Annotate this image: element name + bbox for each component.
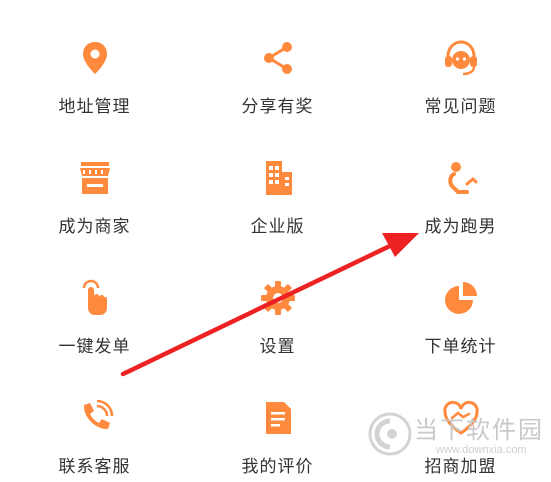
store-icon	[75, 158, 115, 198]
watermark-text: 当下软件园	[414, 416, 544, 444]
menu-item-label: 地址管理	[58, 97, 131, 117]
menu-item-settings[interactable]: 设置	[186, 240, 369, 360]
menu-item-my-reviews[interactable]: 我的评价	[186, 360, 369, 480]
menu-item-label: 联系客服	[58, 457, 131, 477]
menu-item-faq[interactable]: 常见问题	[369, 0, 551, 120]
menu-item-label: 一键发单	[58, 337, 131, 357]
phone-icon	[75, 398, 115, 438]
menu-item-become-merchant[interactable]: 成为商家	[3, 120, 186, 240]
menu-item-label: 分享有奖	[241, 97, 314, 117]
menu-item-label: 常见问题	[424, 97, 497, 117]
menu-item-label: 下单统计	[424, 337, 497, 357]
pie-chart-icon	[441, 278, 481, 318]
menu-item-one-click-order[interactable]: 一键发单	[3, 240, 186, 360]
tap-icon	[75, 278, 115, 318]
watermark-icon	[368, 412, 412, 456]
menu-item-address[interactable]: 地址管理	[3, 0, 186, 120]
menu-item-order-stats[interactable]: 下单统计	[369, 240, 551, 360]
watermark-logo: 当下软件园 www.downxia.com	[366, 408, 551, 480]
document-icon	[258, 398, 298, 438]
menu-item-label: 我的评价	[241, 457, 314, 477]
menu-item-contact-support[interactable]: 联系客服	[3, 360, 186, 480]
menu-item-share[interactable]: 分享有奖	[186, 0, 369, 120]
location-pin-icon	[75, 38, 115, 78]
menu-item-become-runner[interactable]: 成为跑男	[369, 120, 551, 240]
menu-item-label: 成为商家	[58, 217, 131, 237]
runner-icon	[441, 158, 481, 198]
menu-item-label: 成为跑男	[424, 217, 497, 237]
watermark-url: www.downxia.com	[436, 444, 527, 456]
share-icon	[258, 38, 298, 78]
menu-item-enterprise[interactable]: 企业版	[186, 120, 369, 240]
gear-icon	[258, 278, 298, 318]
building-icon	[258, 158, 298, 198]
menu-item-label: 企业版	[250, 217, 305, 237]
customer-service-icon	[441, 38, 481, 78]
menu-item-label: 设置	[259, 337, 296, 357]
